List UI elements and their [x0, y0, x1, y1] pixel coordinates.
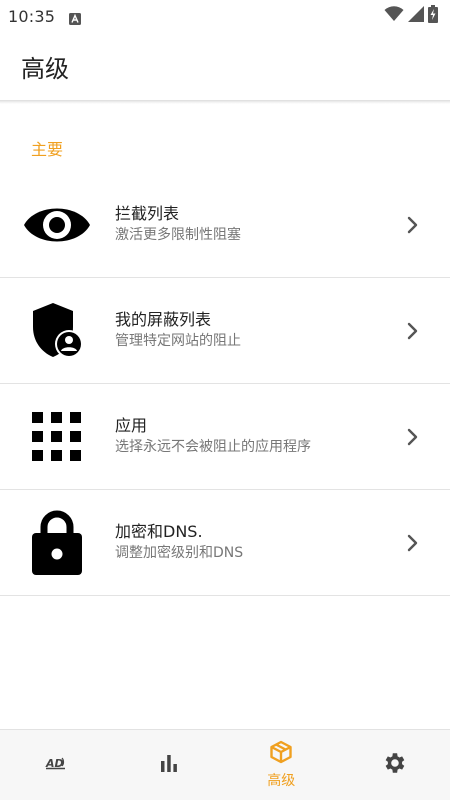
menu-item-title: 应用: [115, 416, 148, 435]
status-bar: 10:35: [0, 0, 450, 32]
page-title: 高级: [21, 54, 69, 83]
menu-item-apps[interactable]: 应用 选择永远不会被阻止的应用程序: [0, 384, 450, 490]
nav-label-advanced: 高级: [267, 773, 296, 789]
menu-item-subtitle: 管理特定网站的阻止: [115, 333, 241, 349]
chevron-right-icon: [406, 321, 420, 341]
shield-user-icon: [22, 296, 92, 366]
menu-item-text: 拦截列表 激活更多限制性阻塞: [115, 204, 241, 245]
menu-item-title: 加密和DNS.: [115, 522, 203, 541]
signal-icon: [408, 6, 424, 26]
menu-item-subtitle: 激活更多限制性阻塞: [115, 227, 241, 243]
menu-item-subtitle: 选择永远不会被阻止的应用程序: [115, 439, 311, 455]
nav-item-adblock[interactable]: AD: [0, 730, 113, 800]
menu-list: 拦截列表 激活更多限制性阻塞 我的屏蔽列表 管理特定网站的阻止 应用 选择永远不…: [0, 172, 450, 596]
section-header: 主要: [31, 140, 64, 159]
nav-item-advanced[interactable]: 高级: [225, 730, 338, 800]
menu-item-title: 我的屏蔽列表: [115, 310, 212, 329]
bottom-nav: AD 高级: [0, 729, 450, 800]
menu-item-text: 加密和DNS. 调整加密级别和DNS: [115, 522, 243, 563]
chevron-right-icon: [406, 533, 420, 553]
stats-icon: [160, 754, 178, 776]
app-bar: 高级: [0, 32, 450, 100]
chevron-right-icon: [406, 427, 420, 447]
status-time: 10:35: [8, 6, 56, 26]
nav-item-settings[interactable]: [338, 730, 450, 800]
menu-item-subtitle: 调整加密级别和DNS: [115, 545, 244, 561]
ad-block-icon: AD: [45, 755, 67, 775]
eye-icon: [22, 190, 92, 260]
status-icons: [384, 5, 438, 27]
grid-icon: [22, 402, 92, 472]
menu-item-my-blocklist[interactable]: 我的屏蔽列表 管理特定网站的阻止: [0, 278, 450, 384]
screen: 10:35 高级 主要 拦截列表 激活更多限制性阻塞 我的屏蔽列表 管理特定网站…: [0, 0, 450, 800]
menu-item-text: 我的屏蔽列表 管理特定网站的阻止: [115, 310, 241, 351]
lock-icon: [22, 508, 92, 578]
app-bar-divider: [0, 100, 450, 104]
menu-item-blocklists[interactable]: 拦截列表 激活更多限制性阻塞: [0, 172, 450, 278]
notification-a-icon: [69, 10, 82, 25]
nav-item-stats[interactable]: [113, 730, 226, 800]
menu-item-text: 应用 选择永远不会被阻止的应用程序: [115, 416, 311, 457]
gear-icon: [381, 750, 407, 780]
menu-item-encryption-dns[interactable]: 加密和DNS. 调整加密级别和DNS: [0, 490, 450, 596]
menu-item-title: 拦截列表: [115, 204, 180, 223]
wifi-icon: [384, 6, 404, 26]
battery-charging-icon: [428, 5, 438, 27]
chevron-right-icon: [406, 215, 420, 235]
box-icon: [269, 740, 293, 768]
